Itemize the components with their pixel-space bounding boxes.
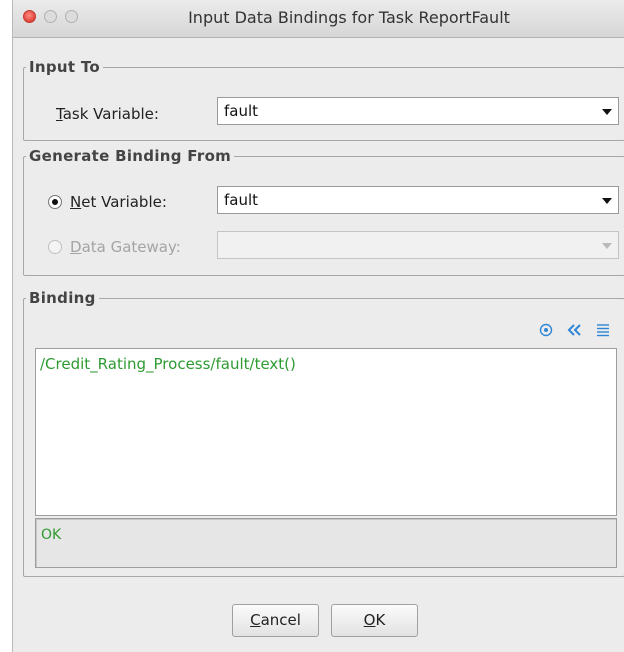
net-variable-radio[interactable]: [48, 195, 62, 209]
target-icon[interactable]: [538, 322, 554, 338]
binding-expression-editor[interactable]: /Credit_Rating_Process/fault/text(): [35, 348, 617, 516]
cancel-button[interactable]: Cancel: [232, 604, 319, 637]
minimize-window-button[interactable]: [44, 10, 57, 23]
generate-binding-legend: Generate Binding From: [29, 147, 232, 165]
task-variable-dropdown[interactable]: fault: [217, 97, 619, 125]
chevron-down-icon: [602, 109, 612, 115]
ok-button[interactable]: OK: [331, 604, 418, 637]
close-window-button[interactable]: [23, 10, 36, 23]
binding-expression-text: /Credit_Rating_Process/fault/text(): [40, 355, 296, 373]
net-variable-dropdown[interactable]: fault: [217, 186, 619, 214]
task-variable-value: fault: [224, 102, 259, 120]
chevron-down-icon: [602, 243, 612, 249]
chevron-down-icon: [602, 198, 612, 204]
data-gateway-label: Data Gateway:: [70, 238, 181, 256]
zoom-window-button[interactable]: [65, 10, 78, 23]
validation-status-text: OK: [41, 527, 62, 543]
net-variable-label[interactable]: Net Variable:: [70, 193, 167, 211]
align-lines-icon[interactable]: [595, 322, 611, 338]
dialog-window: Input Data Bindings for Task ReportFault…: [12, 0, 624, 652]
title-bar[interactable]: Input Data Bindings for Task ReportFault: [13, 0, 624, 38]
data-gateway-dropdown[interactable]: [217, 231, 619, 259]
net-variable-value: fault: [224, 191, 259, 209]
binding-legend: Binding: [29, 289, 96, 307]
task-variable-label: Task Variable:: [56, 105, 159, 123]
double-chevron-left-icon[interactable]: [566, 322, 582, 338]
data-gateway-radio[interactable]: [48, 240, 62, 254]
input-to-legend: Input To: [29, 58, 101, 76]
window-title: Input Data Bindings for Task ReportFault: [188, 8, 510, 27]
validation-status-area: OK: [35, 518, 617, 568]
